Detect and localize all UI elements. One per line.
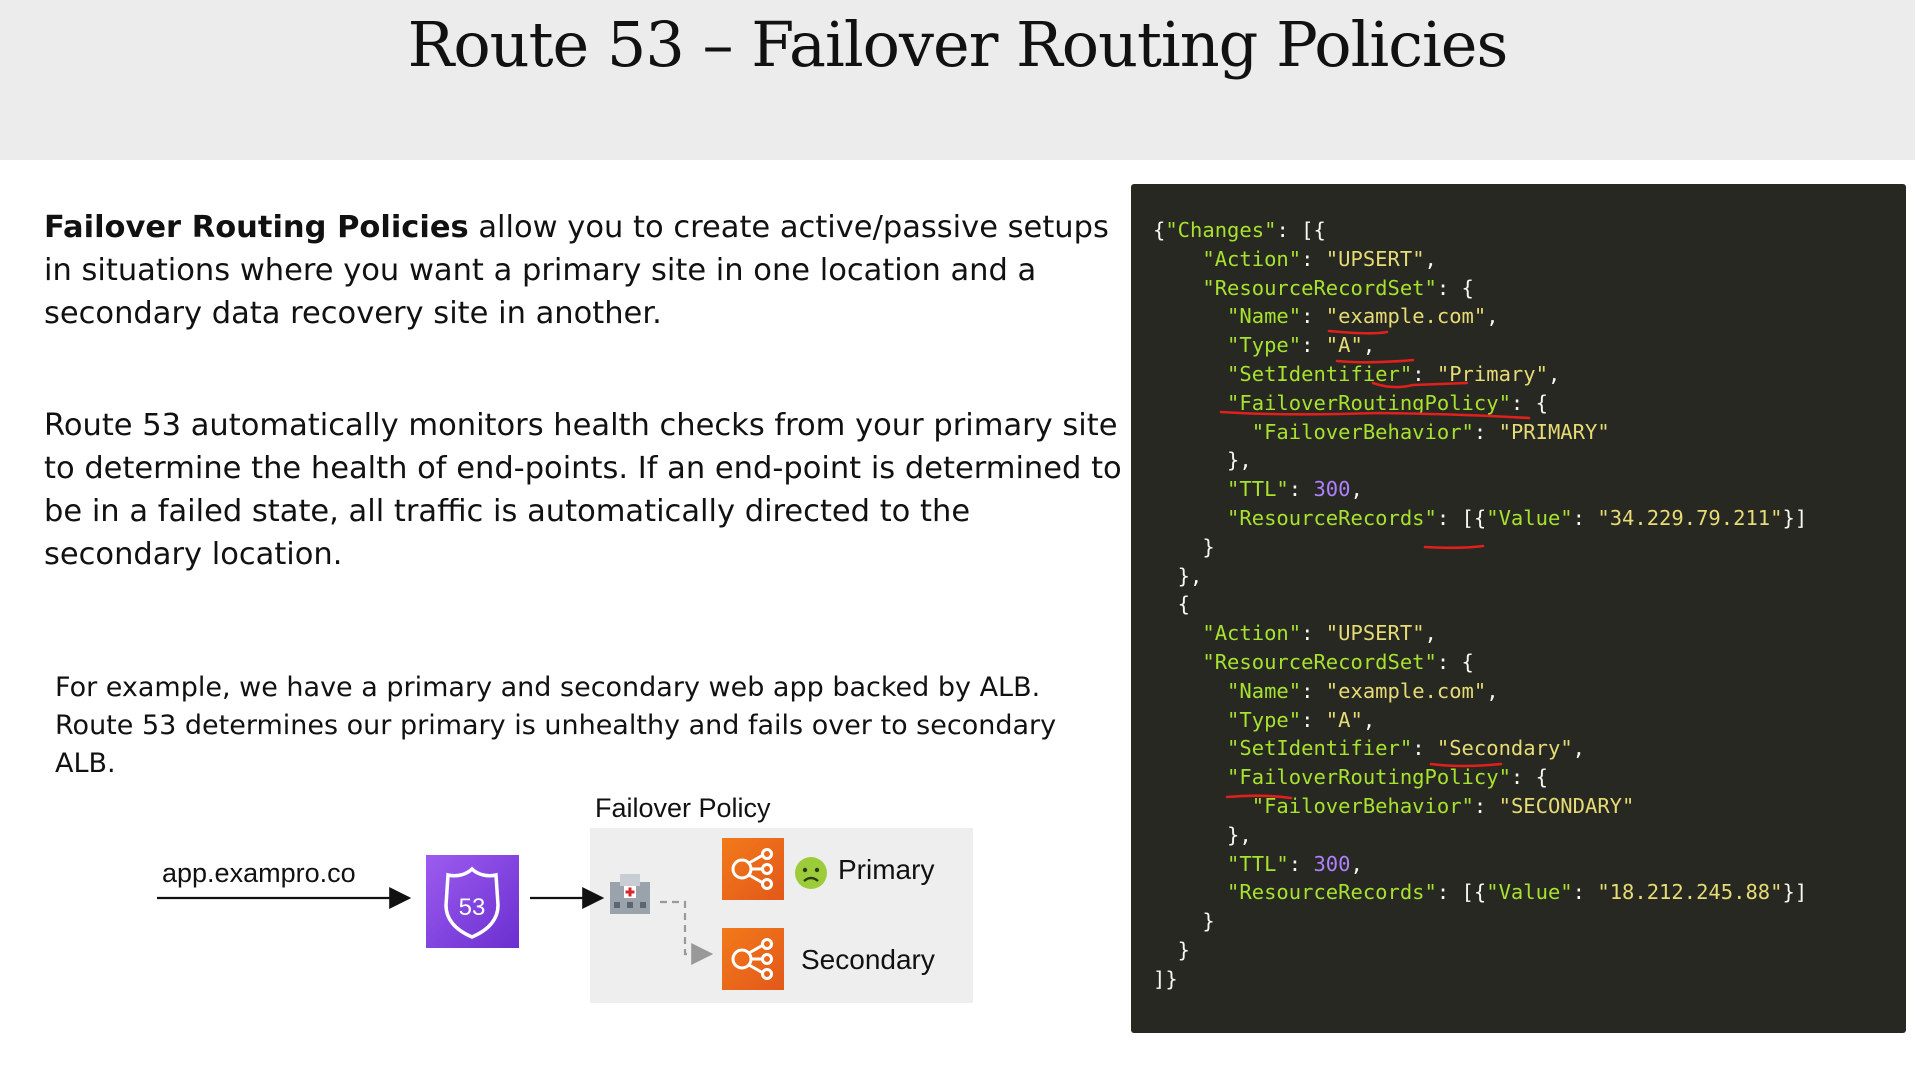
underline-failover-secondary — [1225, 794, 1293, 800]
underline-type-primary — [1335, 358, 1415, 364]
code-panel: {"Changes": [{ "Action": "UPSERT", "Reso… — [1131, 184, 1906, 1033]
annotation-underlines — [1219, 329, 1531, 800]
underline-setid-secondary — [1429, 762, 1503, 768]
underline-records-primary — [1423, 544, 1485, 550]
underline-setid-primary — [1371, 381, 1469, 389]
underline-name-primary — [1327, 329, 1389, 335]
arrow-failover-dashed — [660, 900, 714, 965]
underline-failover-primary — [1219, 410, 1531, 420]
